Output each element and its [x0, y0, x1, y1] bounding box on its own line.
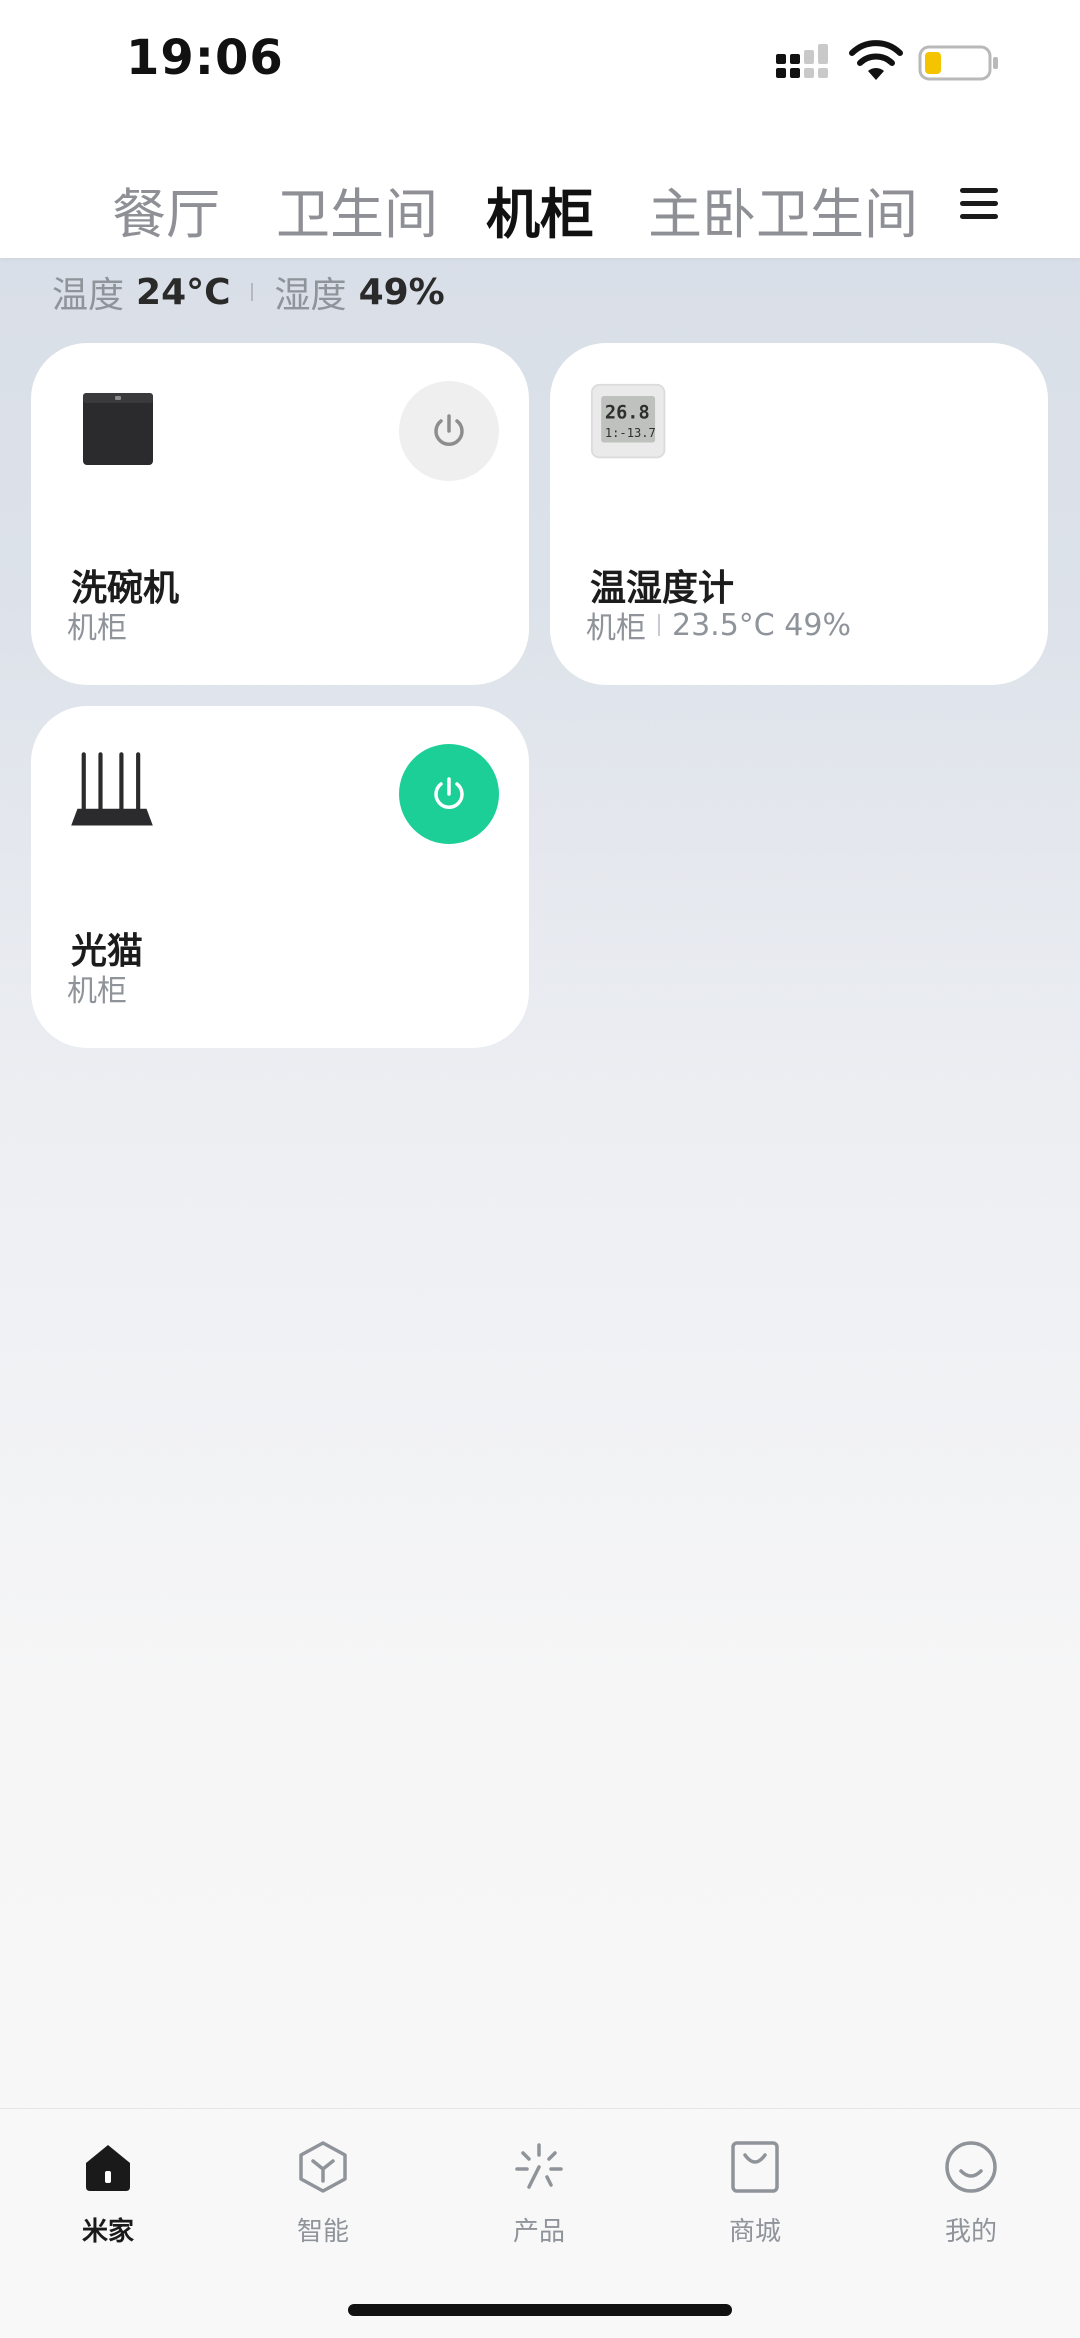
room-tabs: 餐厅 卫生间 机柜 主卧卫生间	[0, 130, 1080, 258]
device-room: 机柜	[67, 603, 127, 647]
wifi-icon	[849, 40, 903, 80]
home-icon	[86, 2145, 130, 2191]
device-room: 机柜 23.5°C 49%	[586, 603, 851, 647]
nav-label: 智能	[296, 2217, 349, 2247]
svg-text:1:-13.7: 1:-13.7	[605, 426, 656, 440]
temperature-label: 温度	[52, 275, 125, 316]
device-card-thermo-hygrometer[interactable]: 26.8 1:-13.7 温湿度计 机柜 23.5°C 49%	[550, 343, 1048, 685]
power-button[interactable]	[399, 744, 499, 844]
power-icon	[434, 414, 464, 446]
device-room-label: 机柜	[67, 974, 127, 1009]
home-indicator[interactable]	[348, 2304, 732, 2316]
environment-summary: 温度 24°C 湿度 49%	[52, 268, 445, 317]
device-card-dishwasher[interactable]: 洗碗机 机柜	[31, 343, 529, 685]
humidity-label: 湿度	[274, 275, 347, 316]
nav-home[interactable]: 米家	[38, 2139, 178, 2269]
hamburger-menu-icon[interactable]	[960, 188, 998, 220]
nav-profile[interactable]: 我的	[901, 2139, 1041, 2269]
nav-label: 米家	[81, 2217, 134, 2247]
device-room-label: 机柜	[586, 611, 646, 646]
divider	[658, 614, 660, 636]
tab-master-bathroom[interactable]: 主卧卫生间	[648, 170, 918, 249]
nav-products[interactable]: 产品	[469, 2139, 609, 2269]
device-card-router[interactable]: 光猫 机柜	[31, 706, 529, 1048]
nav-label: 我的	[944, 2217, 997, 2247]
thermo-hygrometer-icon: 26.8 1:-13.7	[590, 383, 666, 459]
power-icon	[434, 777, 464, 809]
device-room-label: 机柜	[67, 611, 127, 646]
status-bar: 19:06	[0, 0, 1080, 130]
device-status: 23.5°C 49%	[672, 607, 851, 643]
device-room: 机柜	[67, 966, 127, 1010]
profile-smile-icon	[945, 2141, 997, 2193]
shopping-bag-icon	[731, 2141, 779, 2193]
cellular-signal-icon	[776, 44, 828, 78]
battery-icon	[918, 45, 998, 81]
divider	[250, 283, 253, 301]
dishwasher-icon	[83, 393, 153, 465]
nav-label: 商城	[728, 2217, 781, 2247]
nav-smart[interactable]: 智能	[253, 2139, 393, 2269]
product-sparkle-icon	[515, 2143, 563, 2189]
nav-label: 产品	[512, 2217, 565, 2247]
temperature-value: 24°C	[136, 271, 231, 313]
nav-store[interactable]: 商城	[685, 2139, 825, 2269]
humidity-value: 49%	[358, 271, 445, 313]
tab-cabinet[interactable]: 机柜	[486, 170, 594, 249]
router-icon	[71, 752, 153, 826]
svg-text:26.8: 26.8	[605, 402, 650, 423]
tab-dining-room[interactable]: 餐厅	[112, 170, 220, 249]
smart-cube-icon	[299, 2141, 347, 2193]
status-time: 19:06	[126, 30, 284, 86]
tab-bathroom[interactable]: 卫生间	[276, 170, 438, 249]
power-button[interactable]	[399, 381, 499, 481]
